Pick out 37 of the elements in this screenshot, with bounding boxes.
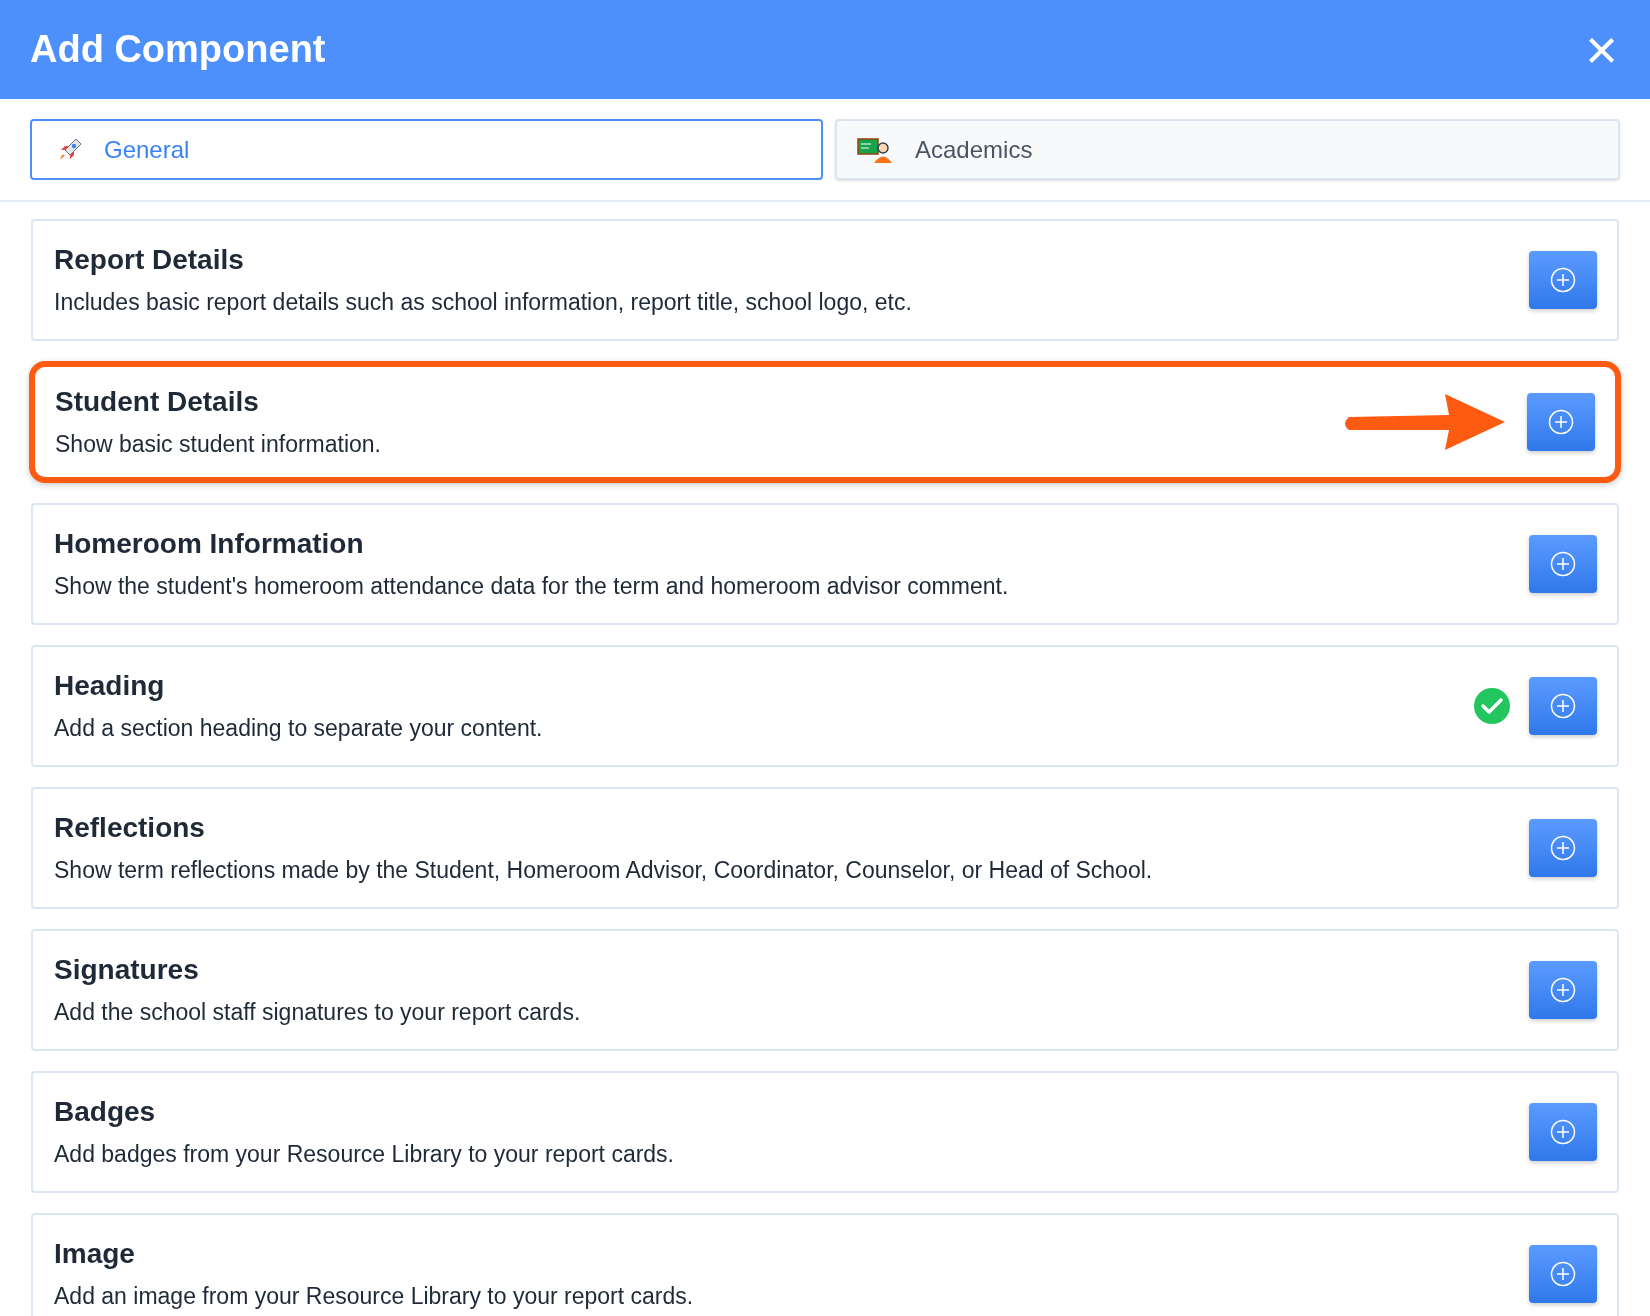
add-button[interactable] [1527, 393, 1595, 451]
plus-circle-icon [1550, 551, 1576, 577]
component-description: Add the school staff signatures to your report cards. [54, 998, 581, 1026]
add-button[interactable] [1529, 961, 1597, 1019]
component-title: Report Details [54, 244, 245, 276]
add-button[interactable] [1529, 1245, 1597, 1303]
plus-circle-icon [1550, 1261, 1576, 1287]
teacher-board-icon [857, 135, 895, 164]
component-description: Add badges from your Resource Library to your report cards. [54, 1140, 674, 1168]
dialog-title: Add Component [30, 27, 326, 72]
component-title: Homeroom Information [54, 528, 365, 560]
plus-circle-icon [1550, 267, 1576, 293]
component-description: Add a section heading to separate your content. [54, 714, 543, 742]
add-button[interactable] [1529, 251, 1597, 309]
component-title: Image [54, 1238, 136, 1270]
component-title: Badges [54, 1096, 157, 1128]
component-description: Show term reflections made by the Student, Homeroom Advisor, Coordinator, Counselor, or Head of School. [54, 856, 1153, 884]
component-description: Includes basic report details such as school information, report title, school logo, etc. [54, 288, 912, 316]
add-button[interactable] [1529, 535, 1597, 593]
component-title: Signatures [54, 954, 200, 986]
component-title: Student Details [55, 386, 260, 418]
component-description: Show the student's homeroom attendance data for the term and homeroom advisor comment. [54, 572, 1009, 600]
component-title: Heading [54, 670, 166, 702]
tab[interactable]: General [30, 119, 823, 180]
add-button[interactable] [1529, 819, 1597, 877]
add-button[interactable] [1529, 1103, 1597, 1161]
plus-circle-icon [1550, 1119, 1576, 1145]
plus-circle-icon [1550, 977, 1576, 1003]
tab[interactable]: Academics [835, 119, 1620, 180]
plus-circle-icon [1550, 835, 1576, 861]
component-description: Add an image from your Resource Library to your report cards. [54, 1282, 694, 1310]
add-button[interactable] [1529, 677, 1597, 735]
close-button[interactable]: × [1585, 21, 1620, 78]
plus-circle-icon [1550, 693, 1576, 719]
component-description: Show basic student information. [55, 430, 381, 458]
component-title: Reflections [54, 812, 206, 844]
plus-circle-icon [1548, 409, 1574, 435]
